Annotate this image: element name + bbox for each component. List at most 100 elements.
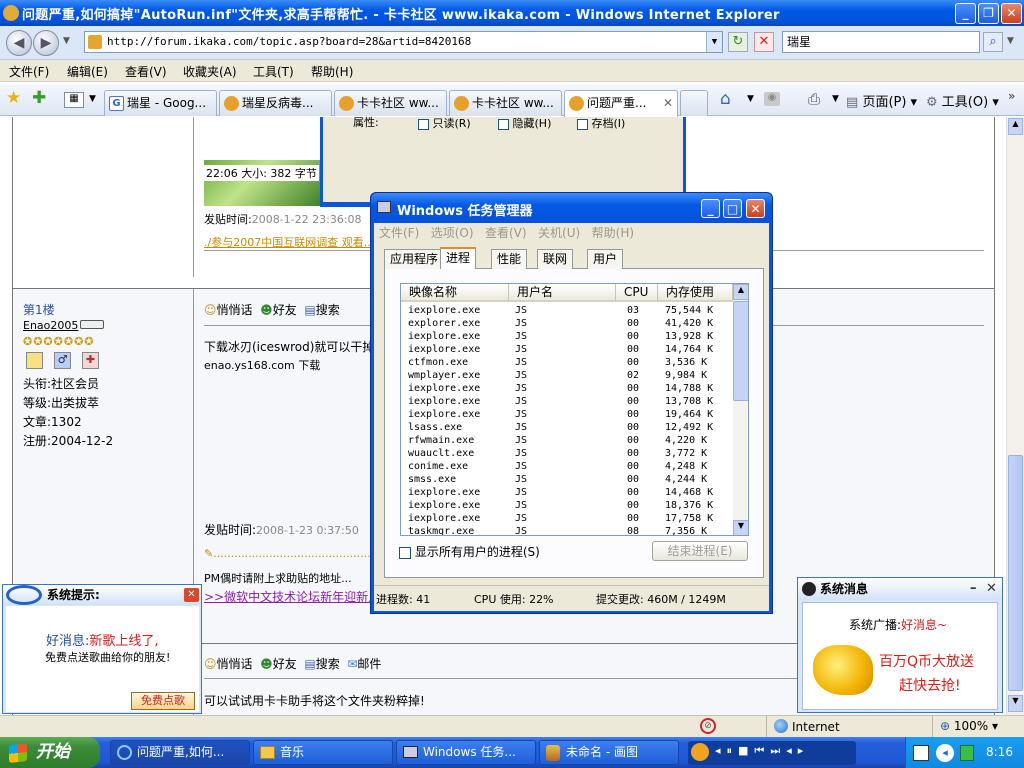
archive-checkbox[interactable]: 存档(I) — [577, 115, 625, 131]
process-row[interactable]: lsass.exe JS 00 12,492 K — [401, 421, 733, 434]
tab-processes[interactable]: 进程 — [440, 247, 477, 269]
end-process-button[interactable]: 结束进程(E) — [652, 541, 748, 561]
message-action[interactable]: ☺悄悄话 — [204, 303, 253, 317]
menu-help[interactable]: 帮助(H) — [311, 63, 353, 80]
start-button[interactable]: 开始 — [0, 737, 100, 768]
media-controls-icon[interactable]: ◂⏸■⏮⏭◂▸ — [715, 744, 809, 758]
col-cpu[interactable]: CPU — [616, 284, 658, 302]
readonly-checkbox[interactable]: 只读(R) — [418, 115, 471, 131]
list-scroll-down-icon[interactable]: ▼ — [733, 520, 748, 535]
tab-rising-google[interactable]: G 瑞星 - Goog... — [104, 90, 217, 116]
user-info-icon[interactable]: ✚ — [82, 352, 99, 369]
process-row[interactable]: wmplayer.exe JS 02 9,984 K — [401, 369, 733, 382]
search-action[interactable]: ▤搜索 — [304, 303, 339, 317]
network-icon[interactable] — [913, 745, 929, 761]
tab-close-icon[interactable]: ✕ — [663, 91, 673, 115]
tab-list-icon[interactable]: ▼ — [89, 94, 96, 104]
print-icon[interactable]: ⎙ — [808, 90, 820, 108]
process-row[interactable]: iexplore.exe JS 00 19,464 K — [401, 408, 733, 421]
process-row[interactable]: wuauclt.exe JS 00 3,772 K — [401, 447, 733, 460]
process-row[interactable]: taskmgr.exe JS 08 7,356 K — [401, 525, 733, 535]
process-row[interactable]: iexplore.exe JS 00 14,788 K — [401, 382, 733, 395]
refresh-icon[interactable]: ↻ — [728, 32, 748, 52]
tab-performance[interactable]: 性能 — [491, 249, 528, 269]
process-row[interactable]: conime.exe JS 00 4,248 K — [401, 460, 733, 473]
menu-file[interactable]: 文件(F) — [9, 63, 49, 80]
promo-line2[interactable]: 赶快去抢! — [899, 675, 961, 695]
mail-action[interactable]: ✉邮件 — [347, 657, 381, 671]
restore-button[interactable]: ❐ — [978, 3, 999, 24]
scroll-thumb[interactable] — [1008, 455, 1023, 691]
col-image-name[interactable]: 映像名称 — [401, 284, 509, 302]
taskbar-item-taskmgr[interactable]: Windows 任务... — [396, 740, 536, 765]
hidden-checkbox[interactable]: 隐藏(H) — [498, 115, 551, 131]
taskbar-item-paint[interactable]: 未命名 - 画图 — [539, 740, 679, 765]
popup-minimize-icon[interactable]: – — [970, 578, 977, 600]
tm-maximize-button[interactable]: □ — [723, 199, 742, 218]
zoom-control[interactable]: ⊕ 100% ▾ — [940, 719, 998, 733]
quick-tabs-icon[interactable]: ▦ — [64, 92, 84, 108]
promo-link[interactable]: >>微软中文技术论坛新年迎新人... — [204, 588, 392, 605]
close-button[interactable]: ✕ — [1001, 3, 1022, 24]
tab-kaka-1[interactable]: 卡卡社区 ww... — [334, 90, 447, 116]
popup-close-icon[interactable]: ✕ — [184, 588, 199, 602]
favorites-star-icon[interactable]: ★ — [6, 88, 21, 108]
tab-rising-antivirus[interactable]: 瑞星反病毒... — [219, 90, 332, 116]
friend-action[interactable]: ☻好友 — [260, 303, 297, 317]
address-input[interactable]: http://forum.ikaka.com/topic.asp?board=2… — [84, 31, 723, 53]
process-row[interactable]: iexplore.exe JS 00 13,928 K — [401, 330, 733, 343]
survey-link[interactable]: ./参与2007中国互联网调查 观看... — [204, 234, 374, 250]
scroll-down-icon[interactable]: ▼ — [1008, 695, 1023, 712]
new-tab-button[interactable] — [680, 90, 708, 116]
add-favorite-icon[interactable]: ✚ — [32, 88, 46, 108]
tm-minimize-button[interactable]: _ — [701, 199, 720, 218]
process-row[interactable]: iexplore.exe JS 00 17,758 K — [401, 512, 733, 525]
feeds-icon[interactable]: ◉ — [764, 92, 780, 106]
friend-action[interactable]: ☻好友 — [260, 657, 297, 671]
tab-applications[interactable]: 应用程序 — [384, 249, 445, 269]
free-song-button[interactable]: 免费点歌 — [131, 692, 195, 710]
process-scrollbar[interactable]: ▲ ▼ — [733, 284, 748, 535]
search-options-icon[interactable]: ▼ — [1007, 36, 1014, 46]
process-row[interactable]: rfwmain.exe JS 00 4,220 K — [401, 434, 733, 447]
back-arrow-icon[interactable]: ◀ — [6, 30, 32, 56]
tab-kaka-2[interactable]: 卡卡社区 ww... — [449, 90, 562, 116]
tab-users[interactable]: 用户 — [587, 249, 624, 269]
stop-icon[interactable]: ✕ — [754, 32, 774, 52]
process-row[interactable]: iexplore.exe JS 00 18,376 K — [401, 499, 733, 512]
col-user-name[interactable]: 用户名 — [509, 284, 616, 302]
show-all-users-checkbox[interactable]: 显示所有用户的进程(S) — [399, 543, 540, 560]
toolbar-overflow-icon[interactable]: » — [1008, 89, 1015, 103]
taskbar-item-music[interactable]: 音乐 — [253, 740, 393, 765]
tm-menu-view[interactable]: 查看(V) — [485, 226, 527, 240]
search-input[interactable]: 瑞星 — [782, 31, 980, 53]
process-row[interactable]: ctfmon.exe JS 00 3,536 K — [401, 356, 733, 369]
tab-networking[interactable]: 联网 — [537, 249, 574, 269]
popup-close-icon[interactable]: ✕ — [986, 578, 997, 600]
tools-menu[interactable]: ⚙ 工具(O) ▾ — [926, 91, 999, 110]
clock[interactable]: 8:16 — [986, 745, 1013, 759]
list-scroll-up-icon[interactable]: ▲ — [733, 284, 748, 300]
home-dropdown-icon[interactable]: ▼ — [747, 94, 754, 104]
page-scrollbar[interactable]: ▲ ▼ — [1006, 117, 1024, 715]
taskbar-item-ie[interactable]: 问题严重,如何... — [110, 740, 250, 765]
search-icon[interactable]: ⌕ — [983, 32, 1003, 52]
message-action[interactable]: ☺悄悄话 — [204, 657, 253, 671]
address-dropdown-icon[interactable]: ▼ — [706, 32, 722, 52]
search-action[interactable]: ▤搜索 — [304, 657, 339, 671]
tm-menu-file[interactable]: 文件(F) — [379, 226, 419, 240]
page-menu[interactable]: ▤ 页面(P) ▾ — [846, 91, 917, 110]
minimize-button[interactable]: _ — [955, 3, 976, 24]
list-scroll-thumb[interactable] — [733, 301, 748, 401]
process-row[interactable]: iexplore.exe JS 00 14,468 K — [401, 486, 733, 499]
menu-view[interactable]: 查看(V) — [125, 63, 167, 80]
tm-menu-help[interactable]: 帮助(H) — [592, 226, 634, 240]
history-dropdown-icon[interactable]: ▼ — [63, 36, 70, 46]
process-row[interactable]: iexplore.exe JS 00 13,708 K — [401, 395, 733, 408]
tray-expand-icon[interactable]: ◂ — [936, 744, 954, 762]
scroll-up-icon[interactable]: ▲ — [1008, 118, 1023, 135]
username[interactable]: Enao2005 — [23, 319, 78, 332]
tm-menu-options[interactable]: 选项(O) — [431, 226, 474, 240]
menu-favorites[interactable]: 收藏夹(A) — [183, 63, 237, 80]
menu-edit[interactable]: 编辑(E) — [67, 63, 108, 80]
